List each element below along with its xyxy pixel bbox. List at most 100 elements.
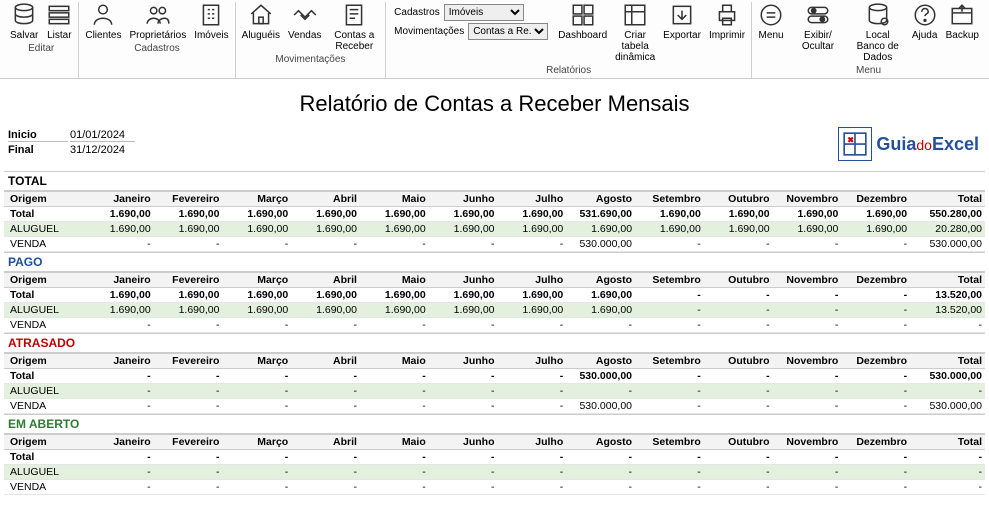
cell: - bbox=[704, 237, 773, 252]
proprietarios-label: Proprietários bbox=[130, 30, 187, 41]
col-header: Dezembro bbox=[841, 192, 910, 207]
cell: 1.690,00 bbox=[154, 207, 223, 222]
proprietarios-button[interactable]: Proprietários bbox=[130, 2, 187, 41]
ribbon-group-movimentações: AluguéisVendasContas a ReceberMovimentaç… bbox=[236, 2, 387, 78]
cell: - bbox=[498, 369, 567, 384]
cell: - bbox=[222, 318, 291, 333]
listar-label: Listar bbox=[47, 30, 71, 41]
col-header: Novembro bbox=[773, 273, 842, 288]
exportar-label: Exportar bbox=[663, 30, 701, 41]
alugueis-button[interactable]: Aluguéis bbox=[242, 2, 280, 41]
cell: 1.690,00 bbox=[498, 288, 567, 303]
imoveis-label: Imóveis bbox=[194, 30, 228, 41]
cell: 1.690,00 bbox=[154, 222, 223, 237]
cell: - bbox=[154, 384, 223, 399]
section-header-total: TOTAL bbox=[4, 171, 985, 191]
table-row: VENDA-------530.000,00----530.000,00 bbox=[4, 237, 985, 252]
col-header: Novembro bbox=[773, 192, 842, 207]
table-row: Total1.690,001.690,001.690,001.690,001.6… bbox=[4, 207, 985, 222]
salvar-label: Salvar bbox=[10, 30, 38, 41]
filter-select-cadastros[interactable]: Imóveis bbox=[444, 4, 524, 21]
row-label: ALUGUEL bbox=[4, 465, 85, 480]
table-row: Total------------- bbox=[4, 450, 985, 465]
cell: 1.690,00 bbox=[360, 207, 429, 222]
cell: 1.690,00 bbox=[635, 222, 704, 237]
table-row: ALUGUEL------------- bbox=[4, 465, 985, 480]
cell: - bbox=[773, 288, 842, 303]
cell: - bbox=[773, 399, 842, 414]
imoveis-button[interactable]: Imóveis bbox=[194, 2, 228, 41]
local-bd-label: Local Banco de Dados bbox=[852, 30, 904, 63]
col-header: Agosto bbox=[566, 273, 635, 288]
cell: 1.690,00 bbox=[704, 222, 773, 237]
cell: 1.690,00 bbox=[291, 207, 360, 222]
cell: - bbox=[154, 480, 223, 495]
imprimir-button[interactable]: Imprimir bbox=[709, 2, 745, 41]
cell: 1.690,00 bbox=[85, 288, 154, 303]
cell: 1.690,00 bbox=[360, 222, 429, 237]
backup-button[interactable]: Backup bbox=[946, 2, 979, 41]
ribbon-group-label: Menu bbox=[856, 65, 881, 76]
criar-tabela-button[interactable]: Criar tabela dinâmica bbox=[615, 2, 655, 63]
col-header: Outubro bbox=[704, 435, 773, 450]
cell: 1.690,00 bbox=[154, 288, 223, 303]
cell: - bbox=[704, 465, 773, 480]
menu-button[interactable]: Menu bbox=[758, 2, 784, 41]
cell: - bbox=[773, 369, 842, 384]
cell: - bbox=[291, 369, 360, 384]
col-header: Dezembro bbox=[841, 435, 910, 450]
cell: - bbox=[841, 237, 910, 252]
cell: - bbox=[841, 399, 910, 414]
cell: - bbox=[498, 399, 567, 414]
cell: - bbox=[222, 369, 291, 384]
cell: 1.690,00 bbox=[85, 222, 154, 237]
clientes-button[interactable]: Clientes bbox=[85, 2, 121, 41]
cell: - bbox=[222, 465, 291, 480]
cell: - bbox=[635, 384, 704, 399]
contas-receber-button[interactable]: Contas a Receber bbox=[329, 2, 379, 52]
col-header: Julho bbox=[498, 192, 567, 207]
listar-button[interactable]: Listar bbox=[46, 2, 72, 41]
cell: - bbox=[841, 369, 910, 384]
col-header: Março bbox=[222, 192, 291, 207]
table-row: ALUGUEL------------- bbox=[4, 384, 985, 399]
section-header-pago: PAGO bbox=[4, 252, 985, 272]
cell: 530.000,00 bbox=[910, 399, 985, 414]
cell: - bbox=[498, 465, 567, 480]
cell: 1.690,00 bbox=[498, 303, 567, 318]
cell: - bbox=[85, 465, 154, 480]
vendas-button[interactable]: Vendas bbox=[288, 2, 321, 41]
criar-tabela-label: Criar tabela dinâmica bbox=[615, 30, 655, 63]
exibir-button[interactable]: Exibir/ Ocultar bbox=[792, 2, 844, 52]
cell: - bbox=[154, 465, 223, 480]
period-table: Inicio01/01/2024 Final31/12/2024 bbox=[6, 127, 137, 158]
cell: 1.690,00 bbox=[222, 303, 291, 318]
cell: - bbox=[291, 384, 360, 399]
exportar-button[interactable]: Exportar bbox=[663, 2, 701, 41]
ajuda-button[interactable]: Ajuda bbox=[912, 2, 938, 41]
salvar-button[interactable]: Salvar bbox=[10, 2, 38, 41]
col-header: Junho bbox=[429, 354, 498, 369]
local-bd-button[interactable]: Local Banco de Dados bbox=[852, 2, 904, 63]
cell: - bbox=[85, 480, 154, 495]
inicio-value: 01/01/2024 bbox=[70, 129, 135, 142]
col-header: Total bbox=[910, 354, 985, 369]
col-header: Janeiro bbox=[85, 192, 154, 207]
logo-guia: Guia bbox=[876, 134, 916, 154]
cell: - bbox=[773, 465, 842, 480]
filter-select-movimentações[interactable]: Contas a Re... bbox=[468, 23, 548, 40]
section-table-total: OrigemJaneiroFevereiroMarçoAbrilMaioJunh… bbox=[4, 191, 985, 252]
cell: 1.690,00 bbox=[635, 207, 704, 222]
cell: - bbox=[773, 384, 842, 399]
cell: - bbox=[85, 450, 154, 465]
cell: 550.280,00 bbox=[910, 207, 985, 222]
cell: - bbox=[635, 450, 704, 465]
cell: - bbox=[429, 480, 498, 495]
dashboard-button[interactable]: Dashboard bbox=[558, 2, 607, 41]
period-logo-row: Inicio01/01/2024 Final31/12/2024 GuiadoE… bbox=[0, 127, 989, 161]
col-header: Outubro bbox=[704, 192, 773, 207]
col-header: Origem bbox=[4, 435, 85, 450]
cell: 1.690,00 bbox=[429, 207, 498, 222]
col-header: Agosto bbox=[566, 192, 635, 207]
cell: - bbox=[704, 450, 773, 465]
